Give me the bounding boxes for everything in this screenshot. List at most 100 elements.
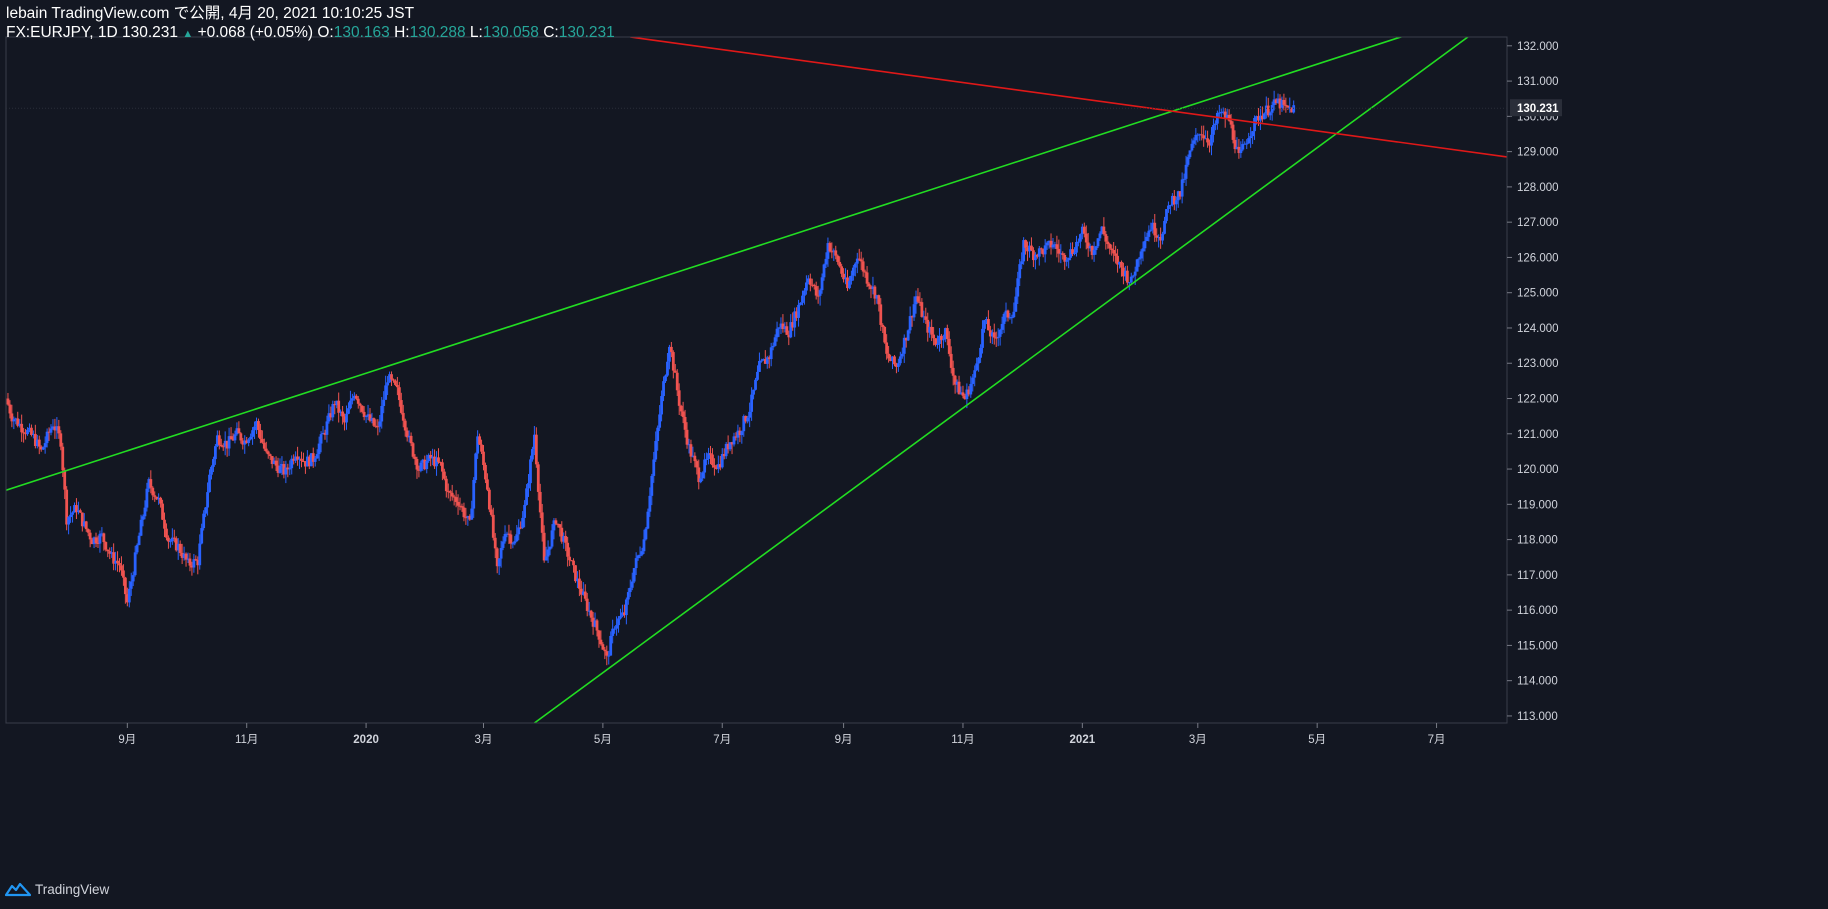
candle-body — [820, 277, 824, 291]
candle-body — [646, 511, 650, 529]
candle-body — [372, 418, 376, 426]
candle-body — [975, 363, 979, 371]
candle-body — [501, 541, 505, 548]
y-tick-label: 123.000 — [1517, 358, 1559, 370]
candle-body — [1165, 209, 1168, 221]
candle-body — [1147, 230, 1151, 237]
candle-body — [973, 370, 977, 378]
candle-body — [153, 495, 157, 497]
candle-body — [57, 426, 61, 434]
candle-body — [98, 533, 102, 544]
candle-body — [259, 429, 262, 439]
candle-body — [1077, 241, 1080, 243]
x-tick-label: 9月 — [118, 734, 136, 746]
candle-body — [478, 436, 481, 445]
candle-body — [1174, 200, 1178, 205]
candle-body — [566, 542, 570, 557]
candle-body — [1127, 282, 1131, 284]
candle-body — [86, 529, 90, 533]
candle-body — [102, 533, 106, 543]
candle-body — [380, 405, 384, 422]
candle-body — [12, 419, 16, 422]
candle-body — [660, 396, 663, 415]
candle-body — [572, 560, 575, 566]
y-tick-label: 127.000 — [1517, 217, 1559, 229]
candle-body — [1253, 117, 1256, 132]
candle-body — [977, 357, 981, 364]
candle-body — [390, 374, 393, 380]
trendline-red — [630, 37, 1507, 158]
candle-body — [664, 375, 667, 382]
candle-body — [1010, 317, 1014, 319]
candle-body — [1102, 226, 1106, 235]
candle-body — [971, 377, 975, 384]
candle-body — [983, 320, 986, 329]
candle-body — [1292, 105, 1296, 113]
candle-body — [251, 430, 254, 437]
candle-body — [1153, 222, 1157, 236]
candle-body — [237, 428, 241, 434]
candle-body — [619, 615, 622, 619]
candle-body — [638, 554, 642, 556]
candle-body — [194, 559, 198, 561]
price-chart[interactable]: 113.000 114.000 115.000 116.000 117.000 118.0… — [0, 0, 1828, 909]
candle-body — [957, 381, 961, 395]
x-tick-label: 3月 — [1189, 734, 1207, 746]
y-tick-label: 119.000 — [1517, 499, 1558, 511]
x-tick-label: 2020 — [353, 734, 379, 746]
candle-body — [936, 343, 939, 345]
candle-body — [642, 539, 646, 552]
candle-body — [118, 563, 121, 566]
candle-body — [1186, 157, 1190, 165]
footer-brand[interactable]: TradingView — [5, 881, 109, 897]
candle-body — [1247, 138, 1251, 144]
candle-body — [1182, 178, 1186, 180]
candle-body — [630, 581, 634, 588]
candle-body — [859, 259, 863, 262]
open-label: O: — [317, 24, 334, 41]
candle-body — [1215, 112, 1219, 124]
candle-body — [525, 488, 528, 505]
y-tick-label: 122.000 — [1517, 394, 1559, 406]
candle-body — [315, 454, 319, 459]
candle-body — [213, 446, 217, 460]
candle-body — [1249, 136, 1253, 139]
candle-body — [491, 514, 495, 538]
candle-body — [1094, 246, 1098, 251]
candle-body — [671, 352, 675, 371]
candle-body — [397, 387, 401, 401]
candle-body — [740, 431, 744, 436]
candle-body — [1286, 105, 1290, 108]
candle-body — [49, 428, 53, 433]
candle-body — [409, 435, 413, 444]
candle-body — [149, 479, 153, 488]
candle-body — [1245, 143, 1249, 145]
candle-body — [550, 530, 554, 547]
candle-body — [609, 635, 613, 656]
candle-body — [1190, 143, 1194, 151]
candle-body — [229, 436, 233, 440]
candle-body — [851, 267, 855, 276]
candle-body — [151, 487, 155, 496]
candle-body — [78, 510, 82, 513]
candle-body — [462, 507, 466, 518]
candle-body — [992, 332, 996, 338]
candle-body — [1106, 241, 1110, 245]
candle-body — [1161, 233, 1164, 241]
candle-body — [1082, 226, 1086, 234]
candle-body — [1262, 113, 1266, 120]
candle-body — [403, 420, 407, 431]
candle-body — [879, 304, 883, 325]
candle-body — [898, 356, 902, 364]
candle-body — [540, 512, 544, 533]
candle-body — [486, 479, 489, 490]
candle-body — [759, 360, 763, 362]
candle-body — [534, 434, 538, 465]
x-tick-label: 5月 — [594, 734, 612, 746]
candle-body — [752, 389, 755, 395]
candle-body — [546, 549, 550, 557]
y-tick-label: 124.000 — [1517, 323, 1559, 335]
candle-body — [268, 454, 272, 457]
candle-body — [515, 534, 519, 542]
candle-body — [611, 628, 615, 636]
